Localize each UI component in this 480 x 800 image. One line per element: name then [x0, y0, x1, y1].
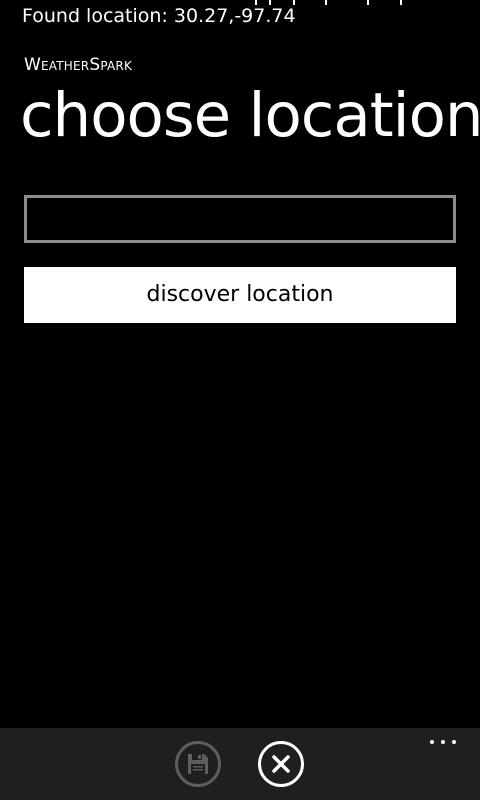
save-icon: [188, 754, 208, 774]
cancel-button[interactable]: [258, 741, 304, 787]
app-title: WeatherSpark: [24, 55, 133, 75]
screen: Found location: 30.27,-97.74 WeatherSpar…: [0, 0, 480, 800]
page-title: choose location: [20, 80, 480, 151]
application-bar: [0, 728, 480, 800]
location-input[interactable]: [24, 195, 456, 243]
discover-location-button[interactable]: discover location: [24, 267, 456, 323]
save-button[interactable]: [175, 741, 221, 787]
found-location-status: Found location: 30.27,-97.74: [22, 5, 296, 27]
close-icon: [272, 755, 290, 773]
ellipsis-icon[interactable]: [430, 740, 456, 746]
